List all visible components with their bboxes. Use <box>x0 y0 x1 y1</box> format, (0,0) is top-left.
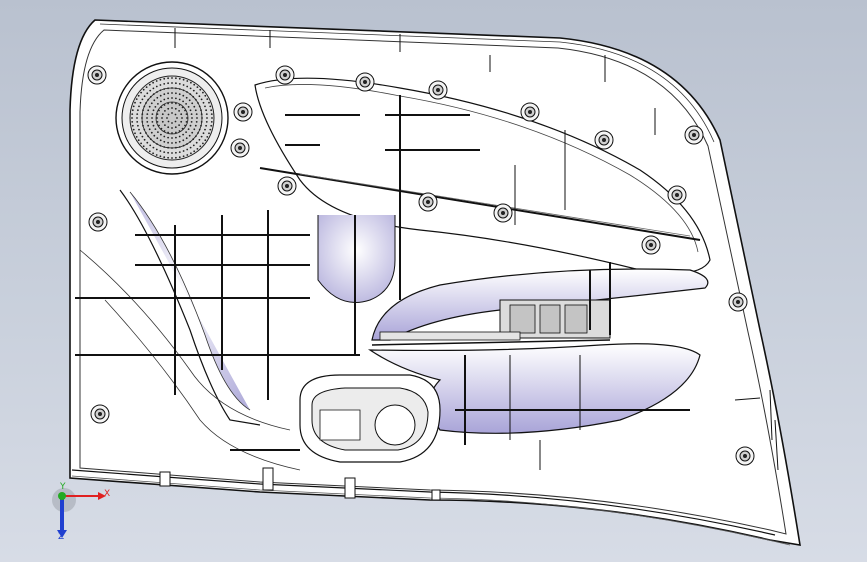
z-axis-label: Z <box>58 532 65 542</box>
mounting-boss <box>428 80 448 100</box>
y-axis-point <box>58 492 66 500</box>
mounting-boss <box>667 185 687 205</box>
door-panel-drawing <box>69 19 801 546</box>
y-axis-label: Y <box>60 482 66 492</box>
switch-pod <box>299 374 441 463</box>
mounting-boss <box>641 235 661 255</box>
mounting-boss <box>684 125 704 145</box>
mounting-boss <box>728 292 748 312</box>
mounting-boss <box>355 72 375 92</box>
mounting-boss <box>275 65 295 85</box>
mounting-boss <box>594 130 614 150</box>
mounting-boss <box>735 446 755 466</box>
cad-viewport[interactable]: X Y Z <box>0 0 867 562</box>
mounting-boss <box>233 102 253 122</box>
x-axis-label: X <box>104 489 111 499</box>
mounting-boss <box>87 65 107 85</box>
speaker-grille <box>115 61 229 175</box>
mounting-boss <box>88 212 108 232</box>
mounting-boss <box>418 192 438 212</box>
mounting-boss <box>230 138 250 158</box>
map-pocket-arch <box>317 215 396 303</box>
mounting-boss <box>520 102 540 122</box>
mounting-boss <box>90 404 110 424</box>
mounting-boss <box>277 176 297 196</box>
mounting-boss <box>493 203 513 223</box>
